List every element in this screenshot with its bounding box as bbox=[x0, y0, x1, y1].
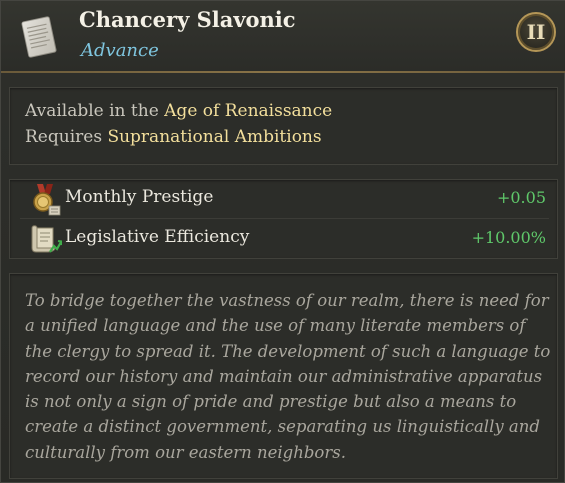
tier-badge: II bbox=[516, 12, 556, 52]
header-divider bbox=[1, 71, 565, 73]
modifier-label: Monthly Prestige bbox=[65, 187, 214, 207]
modifier-divider bbox=[20, 218, 549, 219]
requirement-link[interactable]: Supranational Ambitions bbox=[107, 127, 321, 147]
requirements-box: Available in the Age of Renaissance Requ… bbox=[9, 87, 558, 165]
modifier-label: Legislative Efficiency bbox=[65, 227, 250, 247]
age-link[interactable]: Age of Renaissance bbox=[164, 101, 332, 121]
flavor-text: To bridge together the vastness of our r… bbox=[25, 291, 551, 462]
modifier-row[interactable]: Legislative Efficiency +10.00% bbox=[10, 220, 559, 256]
tooltip-panel: Chancery Slavonic Advance II Available i… bbox=[0, 0, 565, 483]
tier-numeral: II bbox=[526, 20, 546, 44]
legislative-scroll-icon bbox=[31, 225, 62, 253]
parchment-document-icon bbox=[21, 16, 57, 58]
advance-title: Chancery Slavonic bbox=[79, 7, 296, 32]
flavor-text-box: To bridge together the vastness of our r… bbox=[9, 273, 558, 479]
modifiers-box: Monthly Prestige +0.05 Legislative Effic… bbox=[9, 179, 558, 259]
tooltip-header: Chancery Slavonic Advance II bbox=[1, 1, 565, 72]
prestige-medal-icon bbox=[33, 184, 61, 216]
requirement-prefix: Requires bbox=[25, 127, 108, 147]
availability-line: Available in the Age of Renaissance bbox=[25, 101, 332, 121]
modifier-value: +10.00% bbox=[471, 228, 546, 247]
modifier-value: +0.05 bbox=[496, 188, 546, 207]
availability-prefix: Available in the bbox=[25, 101, 165, 121]
advance-type-label: Advance bbox=[81, 40, 159, 61]
requirement-line: Requires Supranational Ambitions bbox=[25, 127, 322, 147]
modifier-row[interactable]: Monthly Prestige +0.05 bbox=[10, 180, 559, 216]
